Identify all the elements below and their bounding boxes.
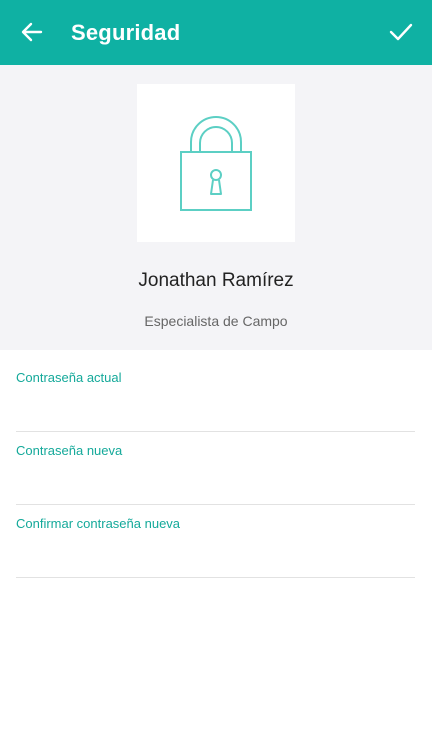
profile-header: Jonathan Ramírez Especialista de Campo — [0, 65, 432, 350]
new-password-input[interactable] — [16, 468, 415, 498]
page-title: Seguridad — [71, 20, 181, 45]
check-icon — [389, 23, 413, 41]
app-bar: Seguridad — [0, 0, 432, 65]
back-button[interactable] — [14, 14, 50, 50]
new-password-label: Contraseña nueva — [16, 443, 123, 458]
arrow-left-icon — [21, 22, 43, 42]
save-button[interactable] — [382, 14, 420, 50]
new-password-field[interactable]: Contraseña nueva — [16, 442, 415, 505]
lock-icon — [180, 116, 252, 211]
confirm-password-label: Confirmar contraseña nueva — [16, 516, 181, 531]
user-name: Jonathan Ramírez — [138, 270, 294, 291]
lock-image — [137, 84, 295, 242]
confirm-password-field[interactable]: Confirmar contraseña nueva — [16, 515, 415, 578]
current-password-input[interactable] — [16, 395, 415, 425]
user-role: Especialista de Campo — [144, 313, 288, 329]
confirm-password-input[interactable] — [16, 541, 415, 571]
current-password-field[interactable]: Contraseña actual — [16, 369, 415, 432]
current-password-label: Contraseña actual — [16, 370, 122, 385]
security-screen: Seguridad Jonathan Ramírez Especialista … — [0, 0, 432, 738]
